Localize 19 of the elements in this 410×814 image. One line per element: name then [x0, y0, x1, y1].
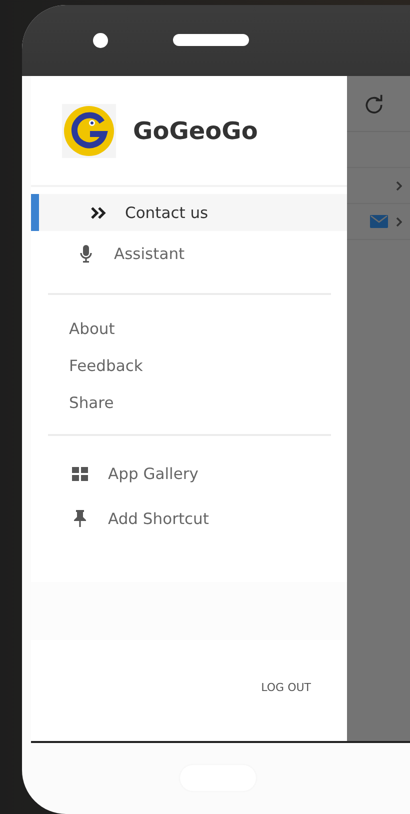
menu-item[interactable]: Contact us [31, 194, 347, 231]
menu-item[interactable]: About [48, 310, 331, 347]
refresh-icon[interactable] [363, 92, 385, 114]
chevrons-right-icon [90, 206, 106, 218]
menu-item[interactable]: Share [48, 384, 331, 421]
mail-icon [370, 215, 388, 228]
menu-item[interactable]: Feedback [48, 347, 331, 384]
menu-item[interactable]: Assistant [31, 231, 347, 276]
camera-dot [93, 33, 108, 48]
microphone-icon [80, 244, 92, 262]
menu-item[interactable]: App Gallery [31, 451, 331, 496]
grid-icon [72, 466, 88, 480]
logout-button[interactable]: LOG OUT [261, 681, 311, 694]
chevron-right-icon[interactable] [396, 216, 402, 226]
app-name: GoGeoGo [133, 116, 258, 144]
menu-item[interactable]: Add Shortcut [31, 496, 331, 541]
pin-icon [74, 510, 86, 527]
chevron-right-icon[interactable] [396, 180, 402, 190]
logo-icon [62, 104, 116, 158]
